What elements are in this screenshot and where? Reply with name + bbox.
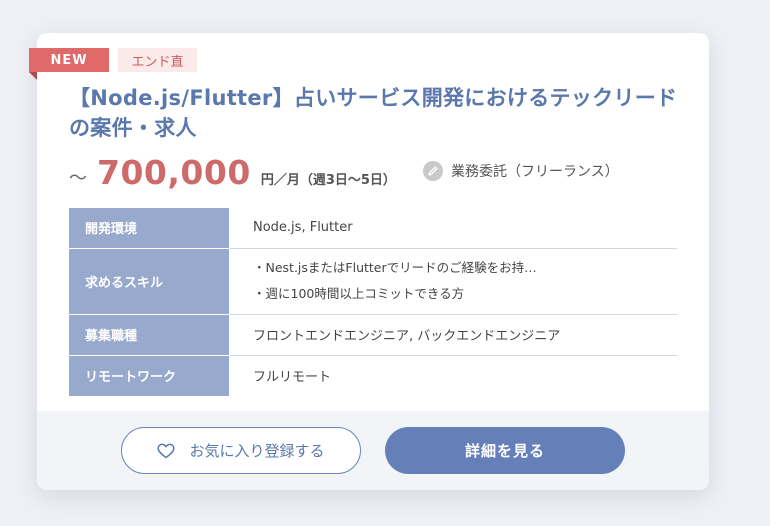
contract-type: 業務委託（フリーランス） xyxy=(423,161,619,181)
salary-amount: 700,000 xyxy=(97,153,251,192)
favorite-button[interactable]: お気に入り登録する xyxy=(121,427,361,474)
page: NEW エンド直 【Node.js/Flutter】占いサービス開発におけるテッ… xyxy=(0,0,770,526)
detail-button[interactable]: 詳細を見る xyxy=(385,427,625,474)
dev-env-label: 開発環境 xyxy=(69,208,229,249)
new-badge-fold xyxy=(29,72,37,80)
skills-label: 求めるスキル xyxy=(69,248,229,315)
dev-env-value: Node.js, Flutter xyxy=(229,208,677,249)
job-title[interactable]: 【Node.js/Flutter】占いサービス開発におけるテックリードの案件・求… xyxy=(69,83,679,143)
contract-label: 業務委託（フリーランス） xyxy=(451,164,619,180)
new-badge: NEW xyxy=(29,48,109,72)
detail-button-label: 詳細を見る xyxy=(464,442,545,460)
table-row: 求めるスキル ・Nest.jsまたはFlutterでリードのご経験をお持… ・週… xyxy=(69,248,677,315)
skills-value: ・Nest.jsまたはFlutterでリードのご経験をお持… ・週に100時間以… xyxy=(229,248,677,315)
skill-item: ・週に100時間以上コミットできる方 xyxy=(253,286,465,301)
table-row: 募集職種 フロントエンドエンジニア, バックエンドエンジニア xyxy=(69,314,677,356)
remote-value: フルリモート xyxy=(253,370,332,386)
skill-item: ・Nest.jsまたはFlutterでリードのご経験をお持… xyxy=(253,260,537,275)
heart-icon xyxy=(157,443,176,459)
salary: ～ 700,000 円／月（週3日～5日） xyxy=(69,153,396,192)
salary-unit: 円／月（週3日～5日） xyxy=(260,173,396,188)
salary-prefix: ～ xyxy=(69,168,87,189)
remote-label: リモートワーク xyxy=(69,355,229,396)
position-value: フロントエンドエンジニア, バックエンドエンジニア xyxy=(229,314,677,356)
table-row: リモートワーク フルリモート xyxy=(69,355,677,396)
end-direct-tag: エンド直 xyxy=(118,48,197,72)
job-info-table: 開発環境 Node.js, Flutter 求めるスキル ・Nest.jsまたは… xyxy=(69,208,677,396)
table-row: 開発環境 Node.js, Flutter xyxy=(69,208,677,249)
pencil-icon xyxy=(423,161,443,181)
position-label: 募集職種 xyxy=(69,314,229,356)
favorite-button-label: お気に入り登録する xyxy=(189,442,325,460)
